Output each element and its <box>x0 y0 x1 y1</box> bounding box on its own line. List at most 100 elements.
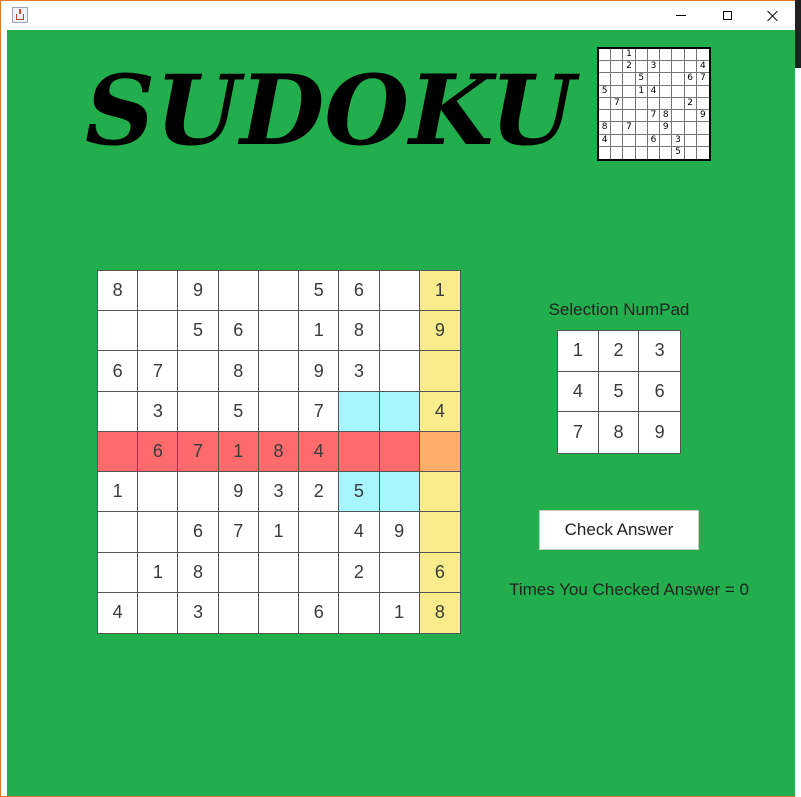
board-cell[interactable]: 6 <box>419 552 460 593</box>
board-cell[interactable]: 1 <box>299 311 340 352</box>
board-cell[interactable] <box>339 391 380 432</box>
thumbnail-cell <box>660 73 673 86</box>
board-cell[interactable] <box>138 472 179 513</box>
board-cell[interactable] <box>258 311 300 352</box>
numpad-key[interactable]: 7 <box>558 412 599 453</box>
board-cell[interactable] <box>299 512 340 553</box>
minimize-button[interactable] <box>658 1 704 30</box>
board-cell[interactable]: 1 <box>138 552 179 593</box>
board-cell[interactable] <box>98 512 139 553</box>
board-cell[interactable] <box>419 472 460 513</box>
board-cell[interactable]: 4 <box>339 512 380 553</box>
board-cell[interactable] <box>258 552 300 593</box>
board-cell[interactable] <box>379 271 420 312</box>
board-cell[interactable]: 4 <box>98 592 139 633</box>
board-cell[interactable] <box>379 311 420 352</box>
board-cell[interactable] <box>419 431 460 473</box>
board-cell[interactable]: 6 <box>218 311 259 352</box>
board-cell[interactable]: 5 <box>178 311 219 352</box>
board-cell[interactable]: 7 <box>178 431 219 473</box>
board-cell[interactable] <box>419 512 460 553</box>
board-cell[interactable] <box>419 351 460 392</box>
board-cell[interactable] <box>218 552 259 593</box>
board-cell[interactable] <box>339 431 380 473</box>
board-cell[interactable] <box>379 552 420 593</box>
board-cell[interactable] <box>138 311 179 352</box>
thumbnail-cell: 1 <box>635 85 648 98</box>
board-cell[interactable]: 4 <box>419 391 460 432</box>
board-cell[interactable]: 8 <box>218 351 259 392</box>
board-cell[interactable]: 9 <box>299 351 340 392</box>
board-cell[interactable]: 6 <box>98 351 139 392</box>
board-cell[interactable] <box>258 351 300 392</box>
board-cell[interactable] <box>379 351 420 392</box>
board-cell[interactable] <box>98 311 139 352</box>
board-cell[interactable] <box>98 431 139 473</box>
numpad-key[interactable]: 8 <box>599 412 640 453</box>
numpad-key[interactable]: 9 <box>639 412 680 453</box>
board-cell[interactable]: 2 <box>339 552 380 593</box>
board-cell[interactable]: 6 <box>299 592 340 633</box>
board-cell[interactable]: 3 <box>138 391 179 432</box>
board-cell[interactable]: 8 <box>258 431 300 473</box>
board-cell[interactable]: 1 <box>98 472 139 513</box>
board-cell[interactable]: 9 <box>379 512 420 553</box>
board-cell[interactable]: 5 <box>299 271 340 312</box>
board-cell[interactable] <box>258 391 300 432</box>
board-cell[interactable] <box>98 552 139 593</box>
numpad-key[interactable]: 1 <box>558 331 599 372</box>
board-cell[interactable] <box>218 271 259 312</box>
numpad-key[interactable]: 2 <box>598 331 640 372</box>
board-cell[interactable]: 5 <box>218 391 259 432</box>
board-cell[interactable] <box>98 391 139 432</box>
board-cell[interactable] <box>379 431 420 473</box>
board-cell[interactable] <box>178 391 219 432</box>
board-cell[interactable]: 7 <box>218 512 259 553</box>
board-cell[interactable]: 8 <box>419 592 460 633</box>
board-cell[interactable] <box>219 592 259 633</box>
board-cell[interactable] <box>339 592 380 633</box>
board-cell[interactable]: 6 <box>339 271 380 312</box>
board-cell[interactable]: 5 <box>339 472 380 513</box>
board-cell[interactable]: 8 <box>178 552 219 593</box>
thumbnail-cell <box>697 147 709 159</box>
board-cell[interactable]: 3 <box>258 472 300 513</box>
board-cell[interactable]: 8 <box>339 311 380 352</box>
selection-numpad[interactable]: 123456789 <box>557 330 681 454</box>
board-cell[interactable]: 4 <box>299 431 340 473</box>
numpad-key[interactable]: 5 <box>598 371 640 413</box>
board-cell[interactable]: 9 <box>419 311 460 352</box>
board-cell[interactable]: 6 <box>138 431 179 473</box>
board-cell[interactable]: 1 <box>380 592 420 633</box>
numpad-key[interactable]: 3 <box>639 331 680 372</box>
board-cell[interactable] <box>138 592 179 633</box>
sudoku-board[interactable]: 8956156189678933574671841932567149182643… <box>97 270 461 634</box>
board-cell[interactable] <box>259 592 300 633</box>
board-cell[interactable]: 2 <box>299 472 340 513</box>
board-cell[interactable] <box>138 512 179 553</box>
board-cell[interactable]: 1 <box>419 271 460 312</box>
board-cell[interactable]: 1 <box>218 431 259 473</box>
board-cell[interactable] <box>379 391 420 432</box>
numpad-key[interactable]: 4 <box>558 371 599 413</box>
board-cell[interactable]: 3 <box>178 592 219 633</box>
board-cell[interactable] <box>379 472 420 513</box>
board-cell[interactable]: 7 <box>299 391 340 432</box>
board-cell[interactable]: 8 <box>98 271 139 312</box>
board-cell[interactable] <box>178 351 219 392</box>
board-cell[interactable]: 9 <box>178 271 219 312</box>
board-cell[interactable]: 3 <box>339 351 380 392</box>
close-button[interactable] <box>750 1 796 30</box>
numpad-key[interactable]: 6 <box>639 372 680 413</box>
board-cell[interactable]: 7 <box>138 351 179 392</box>
board-cell[interactable]: 6 <box>178 512 219 553</box>
board-cell[interactable]: 1 <box>258 512 300 553</box>
title-bar[interactable] <box>1 1 796 30</box>
maximize-button[interactable] <box>704 1 750 30</box>
board-cell[interactable]: 9 <box>218 472 259 513</box>
board-cell[interactable] <box>299 552 340 593</box>
board-cell[interactable] <box>138 271 179 312</box>
board-cell[interactable] <box>258 271 300 312</box>
board-cell[interactable] <box>178 472 219 513</box>
check-answer-button[interactable]: Check Answer <box>539 510 699 550</box>
